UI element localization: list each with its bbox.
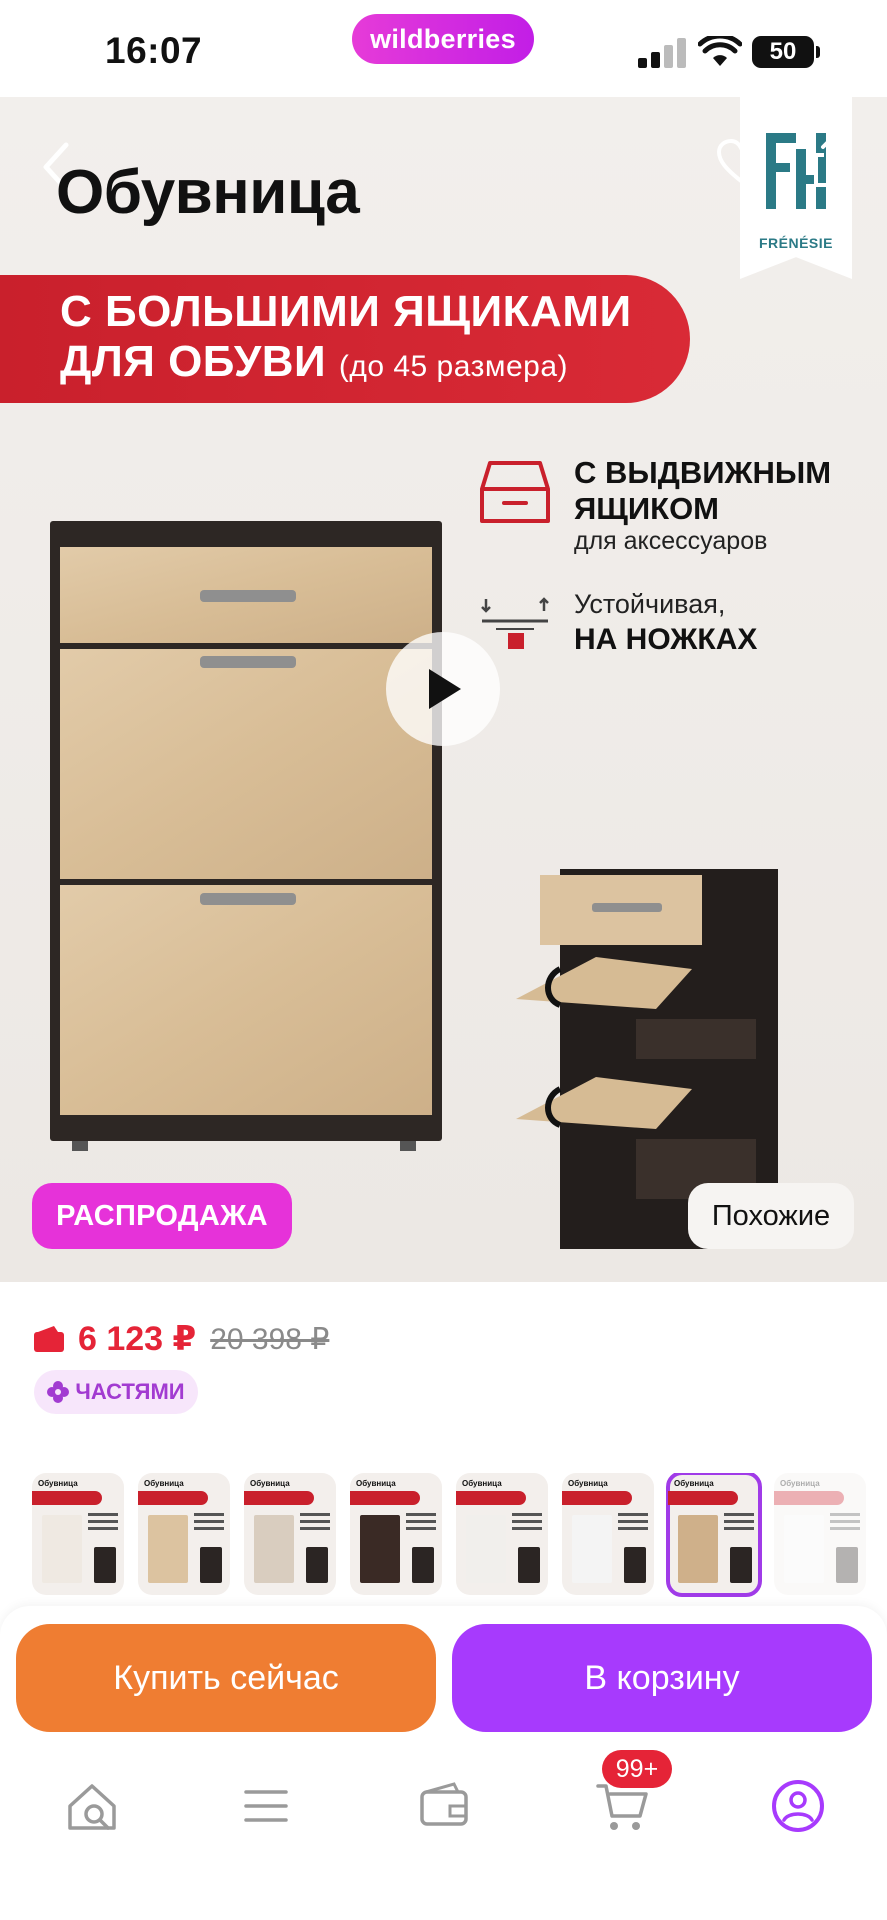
thumbnail-item[interactable]: Обувница <box>666 1473 762 1597</box>
thumbnail-title: Обувница <box>144 1479 184 1488</box>
thumbnail-cabinet-open <box>624 1547 646 1583</box>
feature-drawer-title-line1: С ВЫДВИЖНЫМ <box>574 455 832 490</box>
thumbnail-cabinet-open <box>306 1547 328 1583</box>
battery-icon: 50 <box>752 36 820 68</box>
feature-legs-line1: Устойчивая, <box>574 589 726 619</box>
thumbnail-features <box>830 1513 860 1535</box>
status-time: 16:07 <box>105 30 203 71</box>
status-bar: 16:07 wildberries 50 <box>0 0 887 97</box>
thumbnail-item[interactable]: Обувница <box>456 1473 548 1595</box>
current-price: 6 123 ₽ <box>78 1320 197 1358</box>
wallet-icon <box>34 1326 64 1352</box>
play-icon <box>429 669 461 709</box>
thumbnail-title: Обувница <box>462 1479 502 1488</box>
catalog-menu-icon[interactable] <box>236 1776 296 1836</box>
thumbnail-features <box>88 1513 118 1535</box>
thumbnail-features <box>724 1513 754 1535</box>
thumbnail-cabinet <box>148 1515 188 1583</box>
thumbnail-features <box>512 1513 542 1535</box>
thumbnail-cabinet <box>572 1515 612 1583</box>
profile-icon[interactable] <box>768 1776 828 1836</box>
thumbnail-ribbon <box>668 1491 738 1505</box>
installments-label: ЧАСТЯМИ <box>75 1379 185 1404</box>
thumbnail-features <box>406 1513 436 1535</box>
thumbnail-item[interactable]: Обувница <box>562 1473 654 1595</box>
thumbnail-strip[interactable]: Обувница Обувница Обувница Обувница Обувница… <box>32 1473 887 1598</box>
thumbnail-title: Обувница <box>356 1479 396 1488</box>
drawer-icon <box>480 461 550 523</box>
thumbnail-title: Обувница <box>250 1479 290 1488</box>
thumbnail-cabinet <box>42 1515 82 1583</box>
brand-name: FRÉNÉSIE <box>758 235 833 251</box>
thumbnail-cabinet <box>466 1515 506 1583</box>
action-bar: Купить сейчас В корзину <box>0 1606 887 1756</box>
wifi-icon <box>698 36 742 66</box>
thumbnail-title: Обувница <box>38 1479 78 1488</box>
thumbnail-ribbon <box>774 1491 844 1505</box>
thumbnail-cabinet-open <box>412 1547 434 1583</box>
thumbnail-ribbon <box>244 1491 314 1505</box>
feature-drawer-title: С ВЫДВИЖНЫМ ЯЩИКОМ <box>574 455 831 527</box>
feature-drawer-title-line2: ЯЩИКОМ <box>574 491 720 526</box>
thumbnail-item[interactable]: Обувница <box>32 1473 124 1595</box>
price-row: 6 123 ₽ 20 398 ₽ <box>34 1314 329 1364</box>
old-price: 20 398 ₽ <box>210 1322 330 1356</box>
product-image-gallery[interactable]: FRÉNÉSIE Обувница С БОЛЬШИМИ ЯЩИКАМИ ДЛЯ… <box>0 97 887 1282</box>
thumbnail-cabinet <box>784 1515 824 1583</box>
thumbnail-features <box>300 1513 330 1535</box>
ribbon-line-2: ДЛЯ ОБУВИ (до 45 размера) <box>60 337 568 387</box>
thumbnail-cabinet-open <box>518 1547 540 1583</box>
thumbnail-title: Обувница <box>780 1479 820 1488</box>
stability-legs-icon <box>481 597 549 649</box>
thumbnail-ribbon <box>138 1491 208 1505</box>
play-video-button[interactable] <box>386 632 500 746</box>
ribbon-size-note: (до 45 размера) <box>338 350 569 383</box>
thumbnail-title: Обувница <box>568 1479 608 1488</box>
shoe-cabinet-closed-image <box>50 521 442 1151</box>
feature-drawer-subtitle: для аксессуаров <box>574 527 768 555</box>
thumbnail-cabinet-open <box>836 1547 858 1583</box>
thumbnail-features <box>194 1513 224 1535</box>
share-icon[interactable] <box>810 133 856 189</box>
thumbnail-cabinet <box>254 1515 294 1583</box>
thumbnail-ribbon <box>32 1491 102 1505</box>
ribbon-line-2-text: ДЛЯ ОБУВИ <box>60 337 327 386</box>
thumbnail-cabinet-open <box>94 1547 116 1583</box>
thumbnail-ribbon <box>562 1491 632 1505</box>
home-search-icon[interactable] <box>62 1776 122 1836</box>
thumbnail-item[interactable]: Обувница <box>350 1473 442 1595</box>
wildberries-logo[interactable]: wildberries <box>352 14 534 64</box>
thumbnail-cabinet-open <box>200 1547 222 1583</box>
installments-badge[interactable]: ЧАСТЯМИ <box>34 1370 198 1414</box>
promo-ribbon: С БОЛЬШИМИ ЯЩИКАМИ ДЛЯ ОБУВИ (до 45 разм… <box>0 275 690 403</box>
favorite-heart-icon[interactable] <box>716 139 766 185</box>
ribbon-line-1: С БОЛЬШИМИ ЯЩИКАМИ <box>60 287 632 336</box>
bottom-navigation: 99+ <box>0 1750 887 1920</box>
thumbnail-features <box>618 1513 648 1535</box>
thumbnail-ribbon <box>350 1491 420 1505</box>
thumbnail-item[interactable]: Обувница <box>138 1473 230 1595</box>
sale-badge: РАСПРОДАЖА <box>32 1183 292 1249</box>
installments-icon <box>47 1381 70 1403</box>
wallet-nav-icon[interactable] <box>414 1776 474 1836</box>
cart-count-badge: 99+ <box>602 1750 672 1788</box>
thumbnail-ribbon <box>456 1491 526 1505</box>
thumbnail-title: Обувница <box>674 1479 714 1488</box>
buy-now-button[interactable]: Купить сейчас <box>16 1624 436 1732</box>
add-to-cart-button[interactable]: В корзину <box>452 1624 872 1732</box>
similar-products-button[interactable]: Похожие <box>688 1183 854 1249</box>
thumbnail-item[interactable]: Обувница <box>244 1473 336 1595</box>
cellular-signal-icon <box>638 38 686 68</box>
promo-title: Обувница <box>56 158 360 227</box>
thumbnail-cabinet-open <box>730 1547 752 1583</box>
thumbnail-cabinet <box>360 1515 400 1583</box>
thumbnail-item[interactable]: Обувница <box>774 1473 866 1595</box>
thumbnail-cabinet <box>678 1515 718 1583</box>
feature-legs-line2: НА НОЖКАХ <box>574 623 758 656</box>
